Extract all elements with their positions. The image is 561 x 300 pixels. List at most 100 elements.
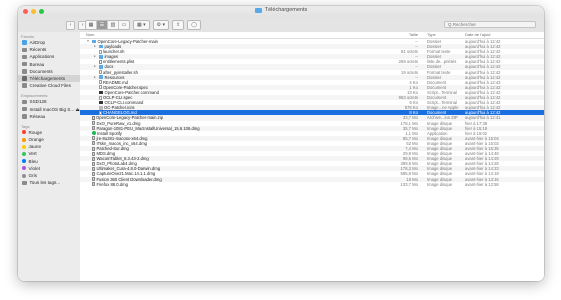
exec-icon bbox=[98, 90, 103, 95]
icon-view-button[interactable]: ▦ bbox=[86, 21, 97, 29]
sidebar-item[interactable]: Vert bbox=[18, 150, 80, 157]
clock-icon bbox=[22, 47, 27, 53]
sidebar-item[interactable]: Applications bbox=[18, 53, 80, 60]
gallery-view-button[interactable]: ▭ bbox=[119, 21, 129, 29]
document-icon bbox=[22, 69, 27, 74]
dmg-icon bbox=[91, 151, 95, 156]
dmg-icon bbox=[91, 177, 95, 182]
sidebar-item[interactable]: Réseau bbox=[18, 113, 80, 120]
column-header-kind[interactable]: Type bbox=[424, 32, 462, 38]
sidebar-item[interactable]: Creative Cloud Files bbox=[18, 82, 80, 89]
sidebar-item[interactable]: Jaune bbox=[18, 143, 80, 150]
tag-button[interactable]: ◯ bbox=[187, 20, 201, 30]
file-row[interactable]: Firefox 88.0.dmg 133,7 Mo Image disque avan… bbox=[80, 182, 544, 187]
app-icon bbox=[91, 131, 96, 136]
folder-icon bbox=[98, 65, 103, 69]
sidebar-item-label: Applications bbox=[29, 54, 55, 60]
tag-dot-icon bbox=[22, 130, 26, 135]
file-icon bbox=[98, 70, 102, 75]
sidebar-item-label: Récents bbox=[29, 47, 47, 53]
sidebar-item[interactable]: Tous les tags... bbox=[18, 179, 80, 186]
tag-dot-icon bbox=[22, 159, 26, 164]
file-size: 133,7 Mo bbox=[400, 181, 418, 187]
sidebar-item[interactable]: SSD128 bbox=[18, 98, 80, 105]
sidebar-item-label: Install macOS Big S... ⏏ bbox=[29, 106, 80, 112]
file-icon bbox=[98, 110, 102, 115]
folder-icon bbox=[91, 39, 96, 44]
file-name-cell: Firefox 88.0.dmg bbox=[80, 182, 389, 187]
sidebar-item-label: Documents bbox=[29, 68, 53, 74]
sidebar-item[interactable]: Bureau bbox=[18, 61, 80, 68]
sidebar-item-label: Rouge bbox=[28, 129, 43, 135]
sidebar-item[interactable]: Téléchargements bbox=[18, 74, 80, 83]
list-view-button[interactable]: ☰ bbox=[97, 21, 108, 29]
network-icon bbox=[22, 114, 27, 119]
file-icon bbox=[98, 80, 102, 85]
sidebar-item-label: SSD128 bbox=[29, 99, 47, 105]
sidebar-item[interactable]: Orange bbox=[18, 136, 80, 143]
tag-dot-icon bbox=[22, 173, 26, 178]
sidebar-item[interactable]: Documents bbox=[18, 68, 80, 75]
file-list: Nom Taille Type Date de l'ajout ▾ OpenCor… bbox=[80, 32, 544, 281]
sidebar-item[interactable]: AirDrop bbox=[18, 39, 80, 46]
dmg-icon bbox=[91, 126, 95, 131]
dmg-icon bbox=[91, 161, 95, 166]
sidebar-item-label: Violet bbox=[28, 165, 40, 171]
airdrop-icon bbox=[22, 40, 27, 45]
drive-icon bbox=[22, 99, 27, 105]
folder-icon bbox=[98, 75, 103, 79]
applications-icon bbox=[22, 54, 27, 60]
folder-icon bbox=[98, 44, 103, 49]
dmg-icon bbox=[91, 141, 95, 146]
share-button[interactable]: ⇪ bbox=[172, 20, 185, 30]
file-icon bbox=[98, 95, 102, 100]
sidebar: Favoris AirDrop Récents Applications Bureau D… bbox=[18, 32, 81, 281]
sidebar-item-label: Creative Cloud Files bbox=[29, 83, 71, 89]
file-rows: ▾ OpenCore-Legacy-Patcher-main -- Dossier au… bbox=[80, 39, 544, 187]
dmg-icon bbox=[91, 166, 95, 171]
toolbar-controls: ▦ ☰ ▥ ▭ ▦ ▾ ⚙ ▾ ⇪ ◯ bbox=[85, 20, 201, 30]
column-header-name[interactable]: Nom bbox=[80, 32, 389, 38]
action-button[interactable]: ⚙ ▾ bbox=[152, 20, 170, 30]
column-header-date[interactable]: Date de l'ajout bbox=[462, 32, 544, 38]
sidebar-item-label: Jaune bbox=[28, 144, 42, 150]
drive-icon bbox=[22, 106, 27, 112]
dmg-icon bbox=[91, 171, 95, 176]
sidebar-item[interactable]: Violet bbox=[18, 165, 80, 172]
search-input[interactable] bbox=[444, 21, 536, 28]
sidebar-item-label: Téléchargements bbox=[29, 75, 66, 81]
column-view-button[interactable]: ▥ bbox=[108, 21, 119, 29]
tag-dot-icon bbox=[22, 144, 26, 149]
column-header-size[interactable]: Taille bbox=[389, 32, 424, 38]
sidebar-item-label: Gris bbox=[28, 173, 37, 178]
img-icon bbox=[98, 106, 103, 110]
view-mode-segmented: ▦ ☰ ▥ ▭ bbox=[85, 20, 130, 30]
exec-icon bbox=[98, 100, 103, 105]
folder-icon bbox=[254, 7, 262, 13]
list-header: Nom Taille Type Date de l'ajout bbox=[80, 32, 544, 39]
nav-buttons: ‹ › bbox=[66, 21, 87, 30]
sidebar-item[interactable]: Rouge bbox=[18, 129, 80, 136]
dmg-icon bbox=[91, 146, 95, 151]
tag-dot-icon bbox=[22, 137, 26, 142]
window-title: Téléchargements bbox=[18, 7, 544, 13]
sidebar-item-label: Tous les tags... bbox=[29, 180, 61, 186]
toolbar: ‹ › ▦ ☰ ▥ ▭ ▦ ▾ ⚙ ▾ ⇪ ◯ bbox=[18, 17, 544, 33]
downloads-icon bbox=[22, 76, 27, 81]
sidebar-item[interactable]: Gris bbox=[18, 172, 80, 179]
desktop-icon bbox=[22, 61, 27, 67]
sidebar-item-label: Bureau bbox=[29, 61, 45, 67]
dmg-icon bbox=[91, 182, 95, 187]
file-date: avant-hier à 12:58 bbox=[465, 181, 499, 187]
dmg-icon bbox=[91, 121, 95, 126]
sidebar-item-label: AirDrop bbox=[29, 40, 46, 45]
dmg-icon bbox=[91, 136, 95, 141]
file-name-content: Firefox 88.0.dmg bbox=[86, 182, 389, 187]
sidebar-item-label: Bleu bbox=[28, 158, 38, 164]
file-kind: Image disque bbox=[427, 181, 453, 187]
sidebar-item[interactable]: Bleu bbox=[18, 158, 80, 165]
group-button[interactable]: ▦ ▾ bbox=[133, 20, 150, 30]
sidebar-item[interactable]: Install macOS Big S... ⏏ bbox=[18, 106, 80, 113]
back-button[interactable]: ‹ bbox=[66, 21, 75, 30]
sidebar-item[interactable]: Récents bbox=[18, 46, 80, 53]
